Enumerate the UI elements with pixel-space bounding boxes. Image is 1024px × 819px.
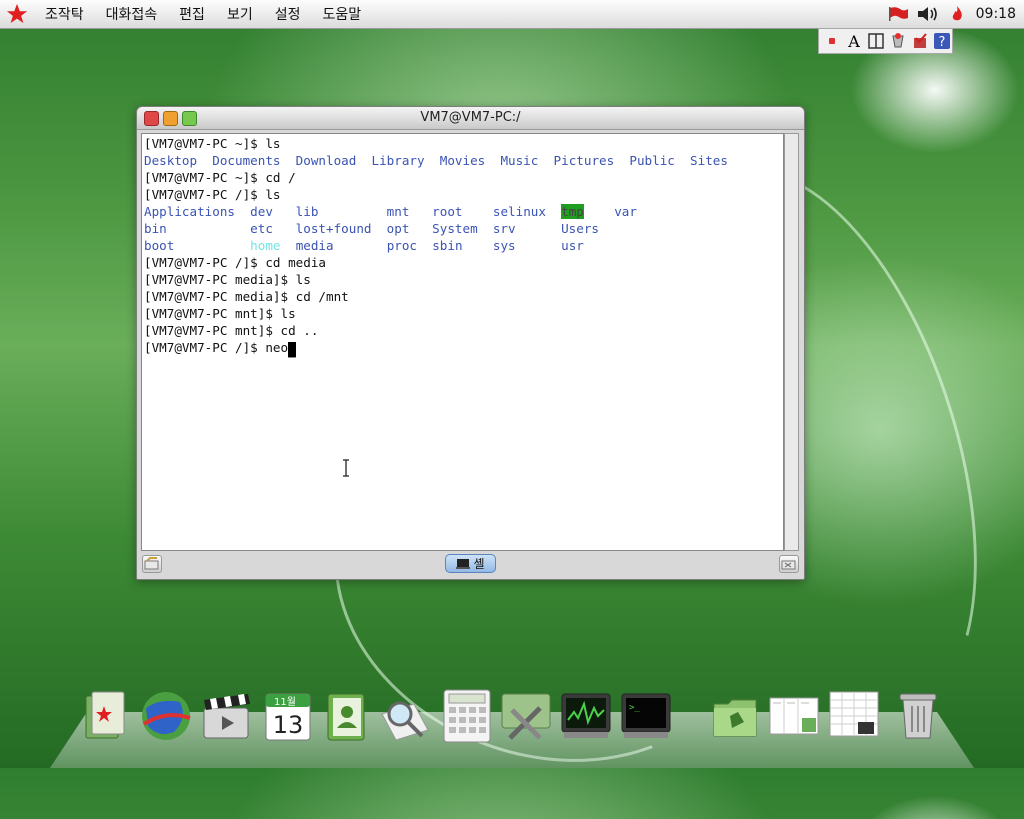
terminal-line: [VM7@VM7-PC /]$ ls — [144, 187, 281, 202]
contacts-book-icon[interactable] — [320, 688, 372, 744]
search-magnifier-icon[interactable] — [378, 688, 430, 744]
flame-icon[interactable] — [948, 5, 966, 23]
input-method-toolbar: A ? — [818, 28, 953, 54]
check-tool-icon[interactable] — [910, 30, 930, 52]
menu-edit[interactable]: 편집 — [179, 4, 205, 24]
terminal-line: [VM7@VM7-PC /]$ cd media — [144, 255, 326, 270]
terminal-app-icon[interactable]: >_ — [620, 688, 672, 744]
terminal-tab-icon — [456, 558, 471, 569]
file-manager-folder-icon[interactable] — [710, 688, 762, 744]
terminal-window: VM7@VM7-PC:/ [VM7@VM7-PC ~]$ ls Desktop … — [136, 106, 805, 580]
window-statusbar: 셸 — [137, 551, 802, 577]
layout-icon[interactable] — [866, 30, 886, 52]
terminal-line: [VM7@VM7-PC ~]$ ls — [144, 136, 281, 151]
terminal-listing: Desktop Documents Download Library Movie… — [144, 153, 728, 168]
terminal-line: [VM7@VM7-PC /]$ neo_ — [144, 340, 297, 358]
text-cursor: _ — [288, 342, 297, 358]
clock[interactable]: 09:18 — [976, 6, 1016, 22]
vertical-scrollbar[interactable] — [784, 133, 799, 551]
calculator-icon[interactable] — [442, 688, 494, 744]
new-tab-icon — [144, 557, 159, 570]
new-tab-button[interactable] — [142, 555, 162, 573]
documents-app-icon[interactable] — [80, 688, 132, 744]
brush-icon[interactable] — [888, 30, 908, 52]
document-viewer-icon[interactable] — [768, 688, 820, 744]
close-tab-button[interactable] — [779, 555, 799, 573]
spreadsheet-icon[interactable] — [828, 688, 880, 744]
text-mode-icon[interactable]: A — [844, 30, 864, 52]
close-tab-icon — [781, 560, 796, 570]
menu-view[interactable]: 보기 — [227, 4, 253, 24]
calendar-icon[interactable]: 11월13 — [262, 688, 314, 744]
window-title: VM7@VM7-PC:/ — [420, 110, 521, 125]
help-icon[interactable]: ? — [932, 30, 952, 52]
terminal-line: [VM7@VM7-PC media]$ ls — [144, 272, 311, 287]
system-tray: 09:18 — [888, 0, 1024, 28]
terminal-line: [VM7@VM7-PC media]$ cd /mnt — [144, 289, 349, 304]
window-titlebar[interactable]: VM7@VM7-PC:/ — [137, 107, 804, 130]
trash-can-icon[interactable] — [892, 688, 944, 744]
top-menu-bar: 조작탁 대화접속 편집 보기 설정 도움말 09:18 — [0, 0, 1024, 29]
menu-session[interactable]: 조작탁 — [45, 4, 84, 24]
terminal-output[interactable]: [VM7@VM7-PC ~]$ ls Desktop Documents Dow… — [141, 133, 784, 551]
svg-text:?: ? — [939, 35, 946, 50]
system-monitor-icon[interactable] — [560, 688, 612, 744]
menu-connection[interactable]: 대화접속 — [106, 4, 158, 24]
terminal-line: [VM7@VM7-PC ~]$ cd / — [144, 170, 296, 185]
flag-icon[interactable] — [888, 6, 910, 22]
toolbar-handle-icon[interactable] — [822, 30, 842, 52]
red-star-menu-icon[interactable] — [6, 3, 28, 25]
ibeam-mouse-cursor-icon — [343, 459, 349, 477]
browser-globe-icon[interactable] — [140, 688, 192, 744]
volume-icon[interactable] — [916, 5, 940, 23]
calendar-month: 11월 — [274, 696, 296, 708]
tab-shell[interactable]: 셸 — [445, 554, 496, 573]
system-tools-icon[interactable] — [500, 688, 552, 744]
terminal-listing: bin etc lost+found opt System srv Users — [144, 221, 599, 236]
menu-settings[interactable]: 설정 — [275, 4, 301, 24]
tab-shell-label: 셸 — [473, 557, 485, 571]
menu-help[interactable]: 도움말 — [322, 4, 361, 24]
terminal-listing: Applications dev lib mnt root selinux tm… — [144, 204, 637, 219]
terminal-line: [VM7@VM7-PC mnt]$ cd .. — [144, 323, 319, 338]
calendar-day: 13 — [273, 711, 304, 739]
svg-text:>_: >_ — [629, 703, 640, 713]
video-clapper-icon[interactable] — [200, 688, 252, 744]
terminal-listing: boot home media proc sbin sys usr — [144, 238, 584, 253]
terminal-line: [VM7@VM7-PC mnt]$ ls — [144, 306, 296, 321]
